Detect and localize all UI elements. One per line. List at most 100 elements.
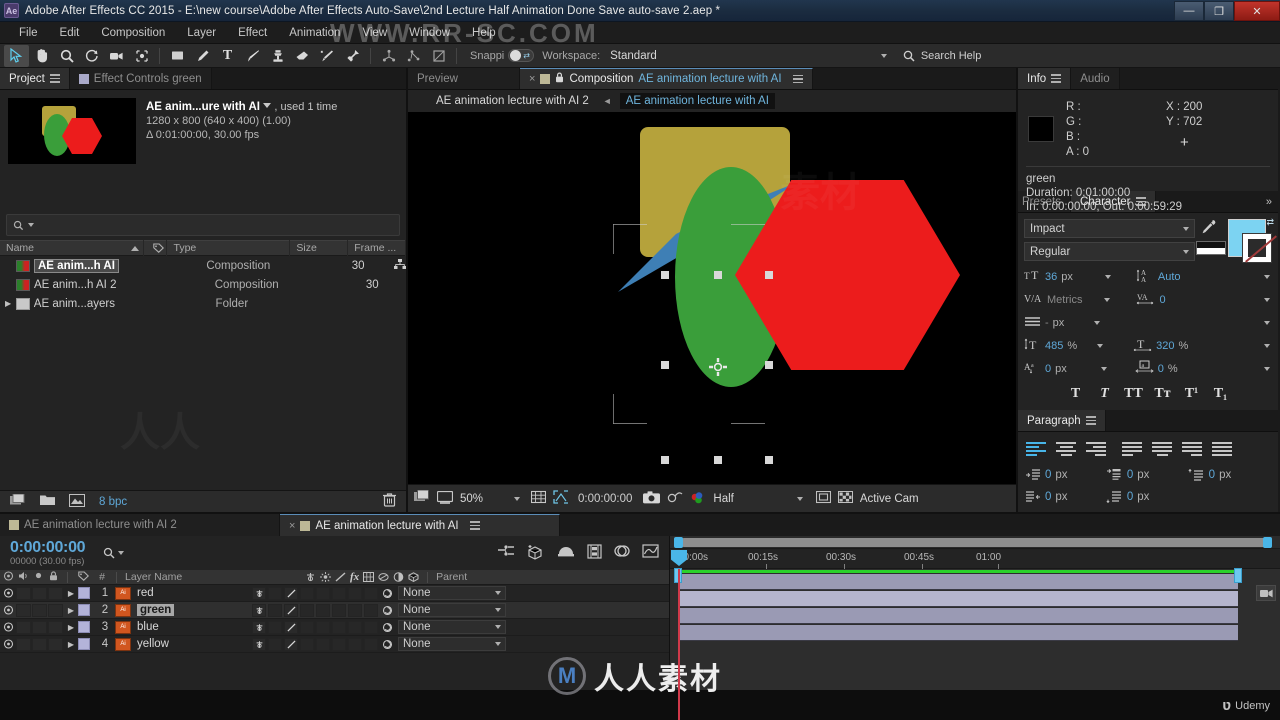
minimize-button[interactable]: —: [1174, 1, 1204, 21]
project-row-folder[interactable]: ▶ AE anim...ayers Folder: [0, 294, 406, 313]
workspace-caret-wrap[interactable]: [880, 53, 887, 58]
shy-switch[interactable]: [252, 603, 266, 617]
panel-menu-icon[interactable]: [469, 521, 480, 530]
navigator-start-handle[interactable]: [674, 537, 683, 548]
layer-bar-blue[interactable]: [678, 608, 1238, 624]
layer-name-header[interactable]: Layer Name: [125, 571, 305, 583]
frame-blend-switch[interactable]: [316, 637, 330, 651]
show-snapshot-icon[interactable]: [667, 491, 683, 507]
justify-last-center-button[interactable]: [1150, 440, 1174, 458]
draft-3d-icon[interactable]: [527, 544, 545, 563]
unified-camera-icon[interactable]: [376, 45, 401, 67]
zoom-level-select[interactable]: 50%: [460, 493, 483, 505]
layer-bar-yellow[interactable]: [678, 625, 1238, 641]
selection-handle-mr[interactable]: [765, 361, 773, 369]
chevron-down-icon[interactable]: [1264, 297, 1270, 302]
adjustment-switch[interactable]: [348, 637, 362, 651]
tsume-value[interactable]: 0: [1158, 363, 1164, 375]
close-icon[interactable]: ×: [289, 520, 295, 532]
three-d-switch[interactable]: [364, 637, 378, 651]
menu-view[interactable]: View: [351, 22, 398, 44]
folder-twirl-icon[interactable]: ▶: [5, 299, 13, 308]
three-d-switch[interactable]: [364, 620, 378, 634]
menu-composition[interactable]: Composition: [90, 22, 176, 44]
column-size[interactable]: Size: [290, 240, 349, 256]
breadcrumb-item-current[interactable]: AE animation lecture with AI: [619, 93, 775, 109]
chevron-down-icon[interactable]: [1104, 274, 1111, 279]
bit-depth-button[interactable]: 8 bpc: [99, 496, 127, 508]
parent-header[interactable]: Parent: [436, 571, 467, 583]
chevron-down-icon[interactable]: [1264, 366, 1270, 371]
layer-label-color[interactable]: [78, 587, 90, 599]
eyedropper-icon[interactable]: [1201, 219, 1216, 240]
menu-help[interactable]: Help: [461, 22, 507, 44]
font-size-value[interactable]: 36: [1045, 271, 1057, 283]
superscript-button[interactable]: T¹: [1179, 386, 1205, 402]
lock-icon[interactable]: [555, 72, 564, 86]
tab-project[interactable]: Project: [0, 68, 70, 89]
chevron-down-icon[interactable]: [118, 551, 125, 555]
graph-editor-icon[interactable]: [642, 543, 659, 563]
layer-bar-red[interactable]: [678, 574, 1238, 590]
menu-animation[interactable]: Animation: [278, 22, 351, 44]
hand-tool[interactable]: [29, 45, 54, 67]
selection-handle-bl[interactable]: [661, 456, 669, 464]
comp-timecode[interactable]: 0:00:00:00: [578, 493, 632, 505]
snapping-label[interactable]: Snappi: [470, 50, 504, 62]
view-select[interactable]: Active Cam: [860, 493, 919, 505]
parent-select[interactable]: None: [398, 637, 506, 651]
mask-shape-icon[interactable]: [426, 45, 451, 67]
panel-menu-icon[interactable]: [49, 74, 60, 83]
frame-blend-switch[interactable]: [316, 586, 330, 600]
three-d-switch[interactable]: [364, 603, 378, 617]
panel-menu-icon[interactable]: [792, 74, 803, 84]
justify-last-right-button[interactable]: [1180, 440, 1204, 458]
roto-brush-tool[interactable]: [315, 45, 340, 67]
resolution-select[interactable]: Half: [713, 493, 733, 505]
vertical-scale-value[interactable]: 485: [1045, 340, 1063, 352]
close-button[interactable]: ✕: [1234, 1, 1280, 21]
column-frame[interactable]: Frame ...: [348, 240, 406, 256]
tab-timeline-comp-1[interactable]: × AE animation lecture with AI: [280, 514, 560, 536]
kerning-value[interactable]: Metrics: [1047, 294, 1082, 306]
menu-edit[interactable]: Edit: [49, 22, 91, 44]
frame-blend-icon[interactable]: [587, 543, 602, 563]
layer-twirl-icon[interactable]: ▶: [64, 606, 78, 615]
breadcrumb-item-parent[interactable]: AE animation lecture with AI 2: [430, 93, 595, 109]
layer-name[interactable]: red: [137, 587, 252, 599]
audio-toggle[interactable]: [16, 637, 31, 651]
region-toggle-icon[interactable]: [815, 490, 831, 507]
motion-blur-switch[interactable]: [332, 586, 346, 600]
solo-toggle[interactable]: [32, 637, 47, 651]
tracking-value[interactable]: 0: [1159, 294, 1165, 306]
navigator-end-handle[interactable]: [1263, 537, 1272, 548]
shy-layers-icon[interactable]: [614, 544, 630, 563]
pan-behind-tool[interactable]: [129, 45, 154, 67]
maximize-button[interactable]: ❐: [1204, 1, 1234, 21]
font-family-select[interactable]: Impact: [1024, 219, 1195, 238]
panel-menu-icon[interactable]: [1085, 416, 1096, 425]
effects-switch[interactable]: [300, 586, 314, 600]
timeline-ruler[interactable]: 00:00s 00:15s 00:30s 00:45s 01:00: [670, 549, 1280, 569]
lock-toggle[interactable]: [48, 620, 63, 634]
adjustment-switch[interactable]: [348, 603, 362, 617]
video-toggle[interactable]: [0, 622, 16, 632]
current-time-indicator[interactable]: [671, 550, 687, 720]
column-type[interactable]: Type: [167, 240, 291, 256]
new-folder-button[interactable]: [40, 494, 55, 509]
menu-layer[interactable]: Layer: [176, 22, 227, 44]
work-area-end-handle[interactable]: [1234, 568, 1242, 583]
quality-switch[interactable]: [284, 603, 298, 617]
comp-flowchart-icon[interactable]: [394, 258, 406, 273]
column-label-tag[interactable]: [144, 240, 168, 256]
composition-viewer[interactable]: [408, 112, 1016, 484]
timeline-layer-row-1[interactable]: ▶ 1 Ai red None: [0, 585, 669, 602]
solo-toggle[interactable]: [32, 603, 47, 617]
motion-blur-icon[interactable]: [557, 544, 575, 563]
workspace-select[interactable]: Standard: [610, 50, 657, 62]
leading-value[interactable]: Auto: [1158, 271, 1181, 283]
region-of-interest-icon[interactable]: [553, 490, 569, 507]
timeline-search-input[interactable]: [103, 547, 125, 559]
stroke-type-caret-icon[interactable]: [1264, 320, 1270, 325]
effects-switch[interactable]: [300, 620, 314, 634]
